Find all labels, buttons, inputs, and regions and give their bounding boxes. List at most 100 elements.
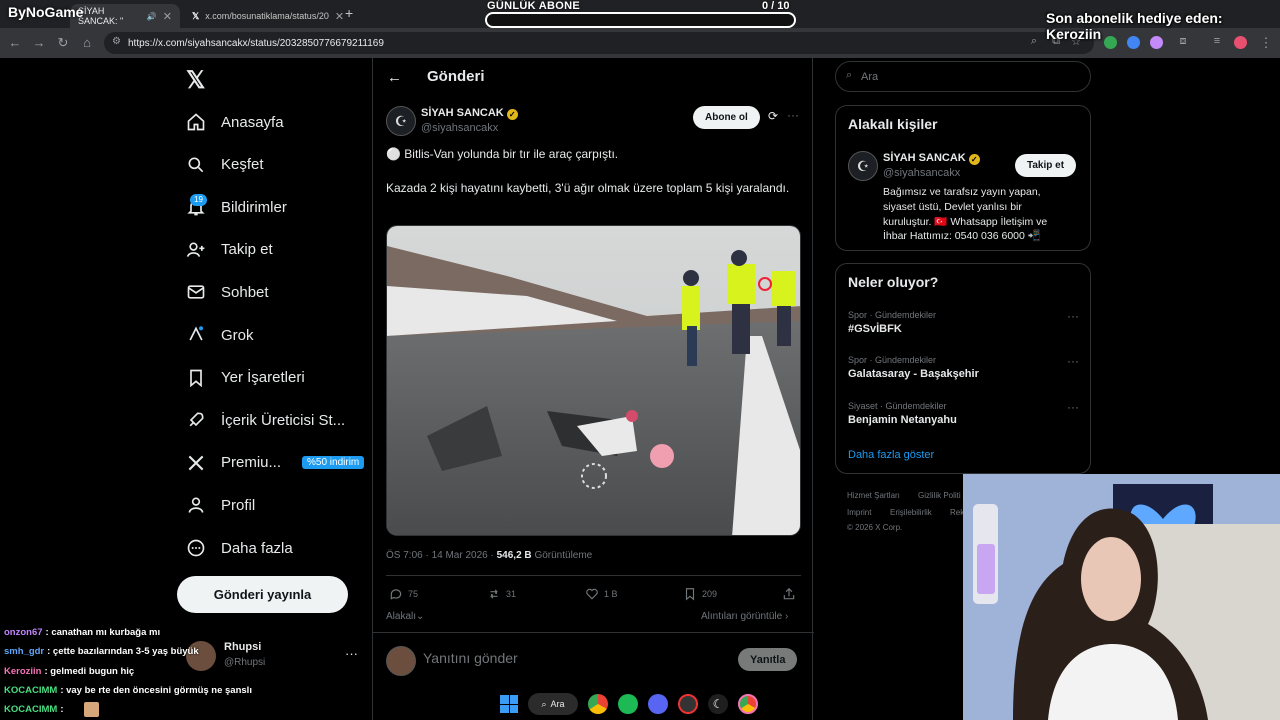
taskbar-search[interactable]: ⌕ Ara bbox=[528, 693, 578, 715]
reply-button[interactable]: Yanıtla bbox=[738, 648, 798, 671]
nav-item-5[interactable]: Grok bbox=[186, 320, 254, 350]
chat-text: : vay be rte den öncesini görmüş ne şans… bbox=[60, 684, 252, 696]
nav-item-7[interactable]: İçerik Üreticisi St... bbox=[186, 405, 345, 435]
post-button[interactable]: Gönderi yayınla bbox=[177, 576, 348, 613]
webcam-overlay bbox=[963, 474, 1280, 720]
bookmark-action[interactable]: 209 bbox=[683, 587, 717, 601]
close-icon[interactable]: ✕ bbox=[335, 10, 344, 23]
forward-icon[interactable]: → bbox=[31, 35, 47, 50]
bio-line: siyaset üstü, Devlet yanlısı bir bbox=[883, 200, 1022, 213]
home-browser-icon[interactable]: ⌂ bbox=[79, 35, 95, 50]
spotify-icon[interactable] bbox=[618, 694, 638, 714]
chat-text: : çette bazılarından 3-5 yaş büyük bbox=[47, 646, 199, 658]
streamer-webcam-image bbox=[963, 474, 1280, 720]
trend-name[interactable]: Benjamin Netanyahu bbox=[848, 414, 957, 426]
x-logo-icon[interactable]: 𝕏 bbox=[186, 66, 205, 95]
chat-username: onzon67 bbox=[4, 627, 43, 638]
nav-item-0[interactable]: Anasayfa bbox=[186, 107, 284, 137]
share-action[interactable] bbox=[782, 587, 796, 601]
nav-item-1[interactable]: Keşfet bbox=[186, 150, 264, 180]
kick-icon[interactable]: ☾ bbox=[708, 694, 728, 714]
chat-emote bbox=[84, 702, 99, 717]
author-handle[interactable]: @siyahsancakx bbox=[421, 122, 498, 134]
author-avatar[interactable]: ☪ bbox=[386, 106, 416, 136]
chat-message: onzon67: canathan mı kurbağa mı bbox=[0, 623, 372, 642]
back-icon[interactable]: ← bbox=[7, 35, 23, 50]
search-input[interactable]: ⌕ Ara bbox=[835, 61, 1091, 92]
nav-item-10[interactable]: Daha fazla bbox=[186, 533, 293, 563]
related-handle[interactable]: @siyahsancakx bbox=[883, 167, 960, 179]
discord-icon[interactable] bbox=[648, 694, 668, 714]
url-text: https://x.com/siyahsancakx/status/203285… bbox=[128, 37, 384, 49]
stream-brand-logo: ByNoGame bbox=[8, 4, 84, 20]
back-arrow-icon[interactable]: ← bbox=[387, 69, 402, 86]
tab-title: SİYAH SANCAK: " bbox=[78, 6, 124, 26]
related-name[interactable]: SİYAH SANCAK ✓ bbox=[883, 152, 980, 165]
repost-action[interactable]: 31 bbox=[487, 587, 516, 601]
reload-icon[interactable]: ↻ bbox=[55, 35, 71, 51]
close-icon[interactable]: ✕ bbox=[163, 10, 172, 23]
view-quotes-link[interactable]: Alıntıları görüntüle › bbox=[701, 611, 788, 622]
sort-relevant-dropdown[interactable]: Alakalı⌄ bbox=[386, 611, 424, 622]
new-tab-icon[interactable]: + bbox=[345, 5, 353, 21]
trend-more-icon[interactable]: ··· bbox=[1067, 400, 1079, 414]
tweet-video[interactable] bbox=[386, 225, 801, 536]
subscribe-button[interactable]: Abone ol bbox=[693, 106, 760, 129]
home-icon bbox=[187, 113, 205, 131]
x-favicon-icon: 𝕏 bbox=[192, 10, 200, 21]
author-name-text: SİYAH SANCAK bbox=[421, 107, 504, 119]
verified-badge-icon: ✓ bbox=[968, 154, 980, 165]
obs-icon[interactable] bbox=[678, 694, 698, 714]
address-bar[interactable]: ⚙ https://x.com/siyahsancakx/status/2032… bbox=[104, 32, 1094, 54]
tweet-text-line2: Kazada 2 kişi hayatını kaybetti, 3'ü ağı… bbox=[386, 181, 790, 195]
browser-tab-active[interactable]: SİYAH SANCAK: " 🔊 ✕ bbox=[70, 4, 180, 28]
premium-promo-badge: %50 indirim bbox=[302, 456, 365, 470]
views-count: 546,2 B bbox=[496, 550, 532, 561]
author-name[interactable]: SİYAH SANCAK ✓ bbox=[421, 107, 518, 120]
related-avatar[interactable]: ☪ bbox=[848, 151, 878, 181]
reply-action[interactable]: 75 bbox=[389, 587, 418, 601]
chevron-down-icon: ⌄ bbox=[416, 611, 425, 622]
show-more-link[interactable]: Daha fazla göster bbox=[848, 449, 934, 461]
nav-item-label: Bildirimler bbox=[221, 198, 287, 216]
follow-button[interactable]: Takip et bbox=[1015, 154, 1077, 177]
windows-start-icon[interactable] bbox=[500, 695, 518, 713]
rocket-icon bbox=[189, 412, 204, 427]
nav-item-3[interactable]: Takip et bbox=[186, 235, 273, 265]
footer-accessibility[interactable]: Erişilebilirlik bbox=[890, 508, 932, 517]
trend-name[interactable]: Galatasaray - Başakşehir bbox=[848, 368, 979, 380]
reply-input[interactable]: Yanıtını gönder bbox=[423, 650, 518, 666]
trend-name[interactable]: #GSvİBFK bbox=[848, 323, 902, 335]
related-title: Alakalı kişiler bbox=[848, 116, 938, 132]
nav-item-8[interactable]: Premiu... %50 indirim bbox=[186, 448, 365, 478]
trend-more-icon[interactable]: ··· bbox=[1067, 354, 1079, 368]
views-label: Görüntüleme bbox=[534, 550, 593, 561]
more-circle-icon bbox=[187, 539, 205, 557]
chat-message: Keroziin: gelmedi bugun hiç bbox=[0, 662, 372, 681]
chrome-profile-icon[interactable] bbox=[738, 694, 758, 714]
follow-icon bbox=[186, 242, 205, 257]
related-name-text: SİYAH SANCAK bbox=[883, 152, 966, 164]
nav-item-label: Keşfet bbox=[221, 156, 264, 174]
nav-item-9[interactable]: Profil bbox=[186, 490, 255, 520]
zoom-icon[interactable]: ⌕ bbox=[1026, 35, 1042, 48]
trends-panel: Neler oluyor? Spor · Gündemdekiler #GSvİ… bbox=[835, 263, 1091, 474]
grok-icon[interactable]: ⟳ bbox=[768, 109, 778, 123]
trend-more-icon[interactable]: ··· bbox=[1067, 309, 1079, 323]
nav-item-label: Profil bbox=[221, 496, 256, 514]
nav-item-6[interactable]: Yer İşaretleri bbox=[186, 363, 305, 393]
footer-imprint[interactable]: Imprint bbox=[847, 508, 871, 517]
mail-icon bbox=[187, 285, 205, 300]
page-title: Gönderi bbox=[427, 68, 485, 85]
chrome-icon[interactable] bbox=[588, 694, 608, 714]
nav-item-4[interactable]: Sohbet bbox=[186, 277, 269, 307]
gift-sub-text: Son abonelik hediye eden: Keroziin bbox=[1046, 10, 1223, 42]
taskbar-search-label: Ara bbox=[550, 699, 565, 709]
browser-tab[interactable]: 𝕏 x.com/bosunatiklama/status/20 ✕ bbox=[184, 4, 344, 28]
like-action[interactable]: 1 B bbox=[585, 587, 618, 601]
footer-privacy[interactable]: Gizlilik Politi bbox=[918, 491, 961, 500]
reply-count: 75 bbox=[408, 589, 419, 599]
footer-terms[interactable]: Hizmet Şartları bbox=[847, 491, 900, 500]
more-icon[interactable]: ··· bbox=[787, 108, 799, 122]
nav-item-label: Premiu... bbox=[221, 454, 282, 472]
